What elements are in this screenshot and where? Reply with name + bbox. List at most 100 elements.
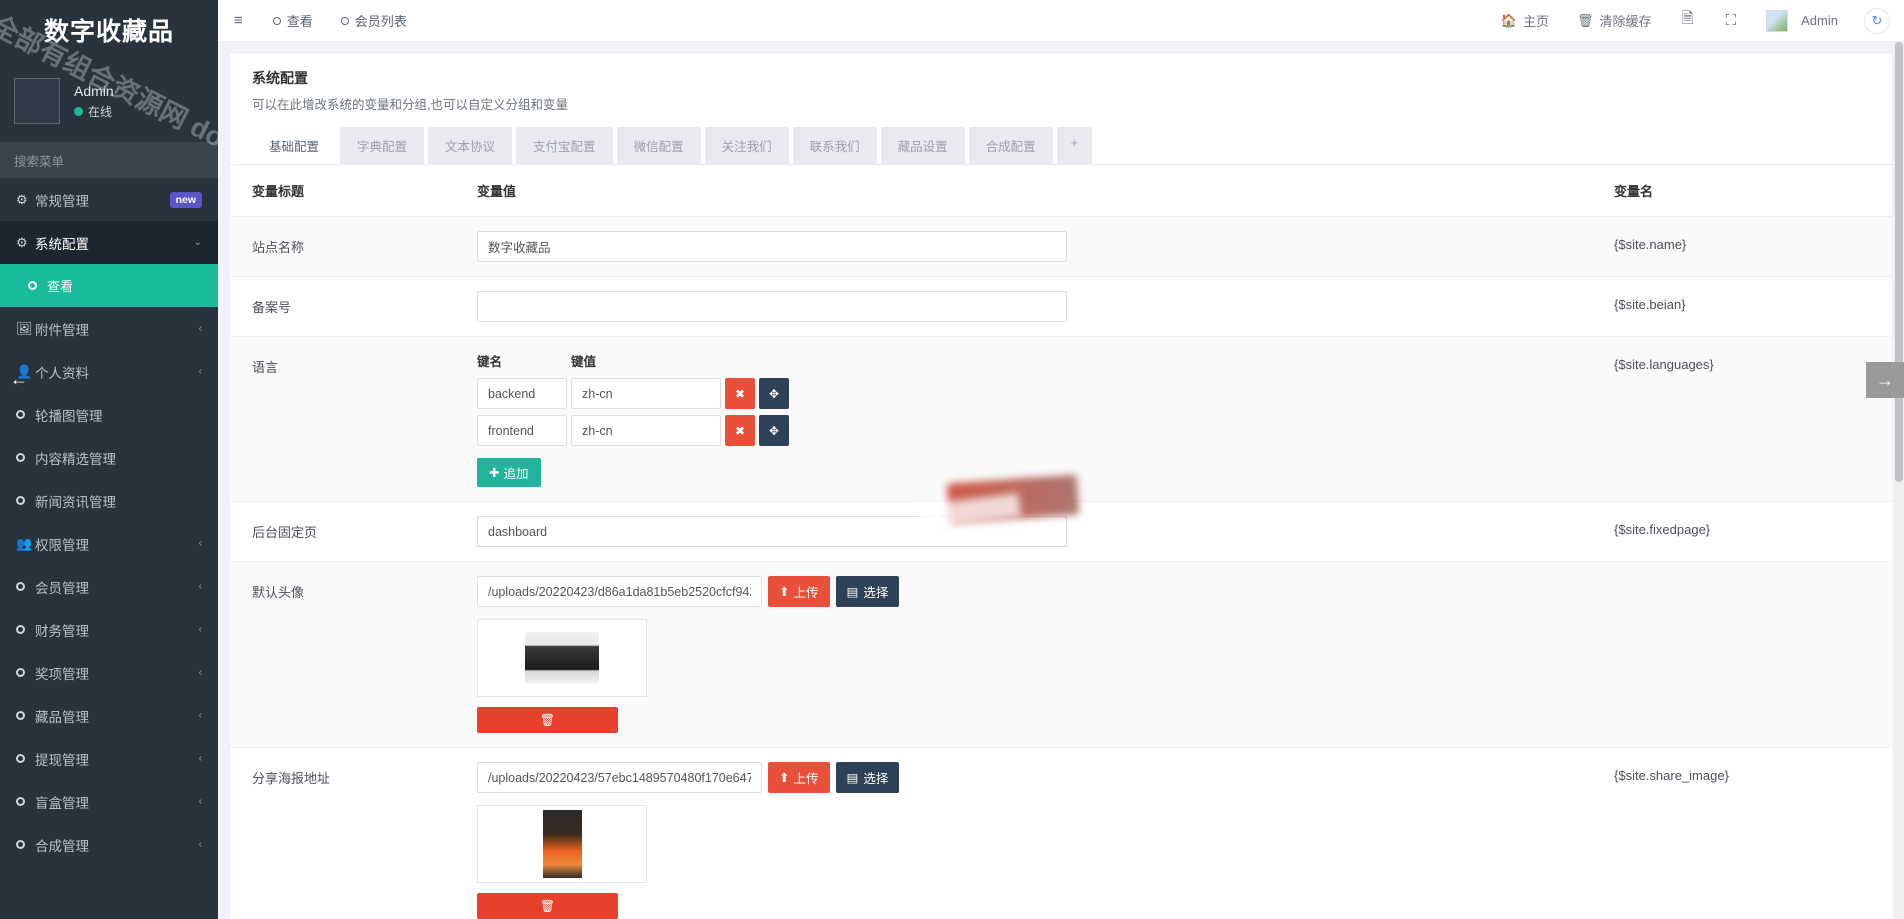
language-value-input-frontend[interactable] <box>571 415 721 446</box>
grid-icon: ▤ <box>846 771 859 785</box>
beian-input[interactable] <box>477 291 1067 322</box>
row-varname: {$site.beian} <box>1592 276 1892 337</box>
tab-text-protocol[interactable]: 文本协议 <box>428 127 513 164</box>
sidebar-item-blindbox[interactable]: 盲盒管理 ‹ <box>0 780 218 823</box>
table-header-row: 变量标题 变量值 变量名 <box>230 165 1892 217</box>
circle-icon <box>16 711 35 720</box>
choose-button-poster[interactable]: ▤ 选择 <box>835 762 900 793</box>
sidebar-item-carousel[interactable]: 轮播图管理 <box>0 393 218 436</box>
add-language-label: 追加 <box>503 467 529 481</box>
delete-avatar-button[interactable]: 🗑 <box>477 707 618 733</box>
circle-icon <box>16 840 35 849</box>
search-menu-input[interactable]: 搜索菜单 <box>0 142 218 178</box>
sidebar-menu: ⚙ 常规管理 new ⚙ 系统配置 ⌄ 查看 🖼 附件管理 ‹ 👤 个人资料 ‹… <box>0 178 218 866</box>
chevron-right-icon: ‹ <box>198 366 202 377</box>
header-variable-value: 变量值 <box>455 165 1592 217</box>
remove-row-button[interactable]: ✖ <box>725 415 755 446</box>
row-label: 分享海报地址 <box>230 747 455 919</box>
fullscreen-icon[interactable]: ⛶ <box>1710 0 1753 41</box>
next-arrow-icon[interactable]: → <box>1866 362 1904 398</box>
choose-button-avatar[interactable]: ▤ 选择 <box>835 576 900 607</box>
sidebar-item-system-config[interactable]: ⚙ 系统配置 ⌄ <box>0 221 218 264</box>
add-language-button[interactable]: ✚ 追加 <box>477 458 541 487</box>
row-label: 默认头像 <box>230 561 455 748</box>
chevron-right-icon: ‹ <box>198 839 202 850</box>
upload-button-avatar[interactable]: ⬆ 上传 <box>768 576 830 607</box>
header-tab-member-list[interactable]: 会员列表 <box>327 0 421 41</box>
delete-poster-button[interactable]: 🗑 <box>477 893 618 919</box>
move-row-handle[interactable]: ✥ <box>759 378 789 409</box>
language-key-input-backend[interactable] <box>477 378 567 409</box>
sidebar-item-view[interactable]: 查看 <box>0 264 218 307</box>
grid-icon: ▤ <box>846 585 859 599</box>
profile-status: 在线 <box>74 103 114 120</box>
tab-contact-us[interactable]: 联系我们 <box>792 127 877 164</box>
sidebar-item-label: 系统配置 <box>35 236 89 252</box>
move-row-handle[interactable]: ✥ <box>759 415 789 446</box>
user-menu[interactable]: Admin <box>1752 0 1852 41</box>
sidebar-item-label: 查看 <box>47 279 74 294</box>
row-value-cell: ⬆ 上传 ▤ 选择 🗑 <box>455 561 1592 748</box>
sidebar-item-news[interactable]: 新闻资讯管理 <box>0 479 218 522</box>
tab-add-group-button[interactable]: + <box>1056 127 1092 164</box>
sidebar-item-award[interactable]: 奖项管理 ‹ <box>0 651 218 694</box>
fixedpage-input[interactable] <box>477 516 1067 547</box>
user-name-label: Admin <box>1801 13 1838 28</box>
tab-alipay-config[interactable]: 支付宝配置 <box>516 127 613 164</box>
tab-basic-config[interactable]: 基础配置 <box>252 127 337 164</box>
scrollbar-thumb[interactable] <box>1895 42 1903 482</box>
trash-icon: 🗑 <box>1577 12 1594 28</box>
tab-collection-settings[interactable]: 藏品设置 <box>880 127 965 164</box>
circle-icon <box>16 625 35 634</box>
thumbnail-image <box>542 810 582 878</box>
header-tab-label: 会员列表 <box>354 14 407 29</box>
menu-toggle-icon[interactable]: ≡ <box>218 0 259 41</box>
remove-row-button[interactable]: ✖ <box>725 378 755 409</box>
config-panel: 系统配置 可以在此增改系统的变量和分组,也可以自定义分组和变量 基础配置 字典配… <box>230 54 1892 919</box>
default-avatar-path-input[interactable] <box>477 576 762 607</box>
sidebar-item-label: 常规管理 <box>35 193 89 209</box>
profile-status-label: 在线 <box>88 104 113 119</box>
sidebar-item-synthesis[interactable]: 合成管理 ‹ <box>0 823 218 866</box>
tab-wechat-config[interactable]: 微信配置 <box>616 127 701 164</box>
header-tab-view[interactable]: 查看 <box>259 0 327 41</box>
logo-text: 数字收藏品 <box>43 18 174 46</box>
avatar-thumbnail <box>477 619 647 697</box>
language-value-input-backend[interactable] <box>571 378 721 409</box>
upload-button-poster[interactable]: ⬆ 上传 <box>768 762 830 793</box>
sidebar-profile: Admin 在线 <box>0 60 218 142</box>
sidebar-item-general[interactable]: ⚙ 常规管理 new <box>0 178 218 221</box>
row-varname: {$site.languages} <box>1592 336 1892 502</box>
tab-dict-config[interactable]: 字典配置 <box>340 127 425 164</box>
sidebar: 数字收藏品 Admin 在线 搜索菜单 ⚙ 常规管理 new ⚙ 系统配置 ⌄ … <box>0 0 218 919</box>
tab-synthesis-config[interactable]: 合成配置 <box>968 127 1053 164</box>
clear-cache-button[interactable]: 🗑 清除缓存 <box>1563 0 1666 41</box>
tab-follow-us[interactable]: 关注我们 <box>704 127 789 164</box>
sidebar-item-featured-content[interactable]: 内容精选管理 <box>0 436 218 479</box>
page-scrollbar[interactable] <box>1894 42 1904 919</box>
search-menu-placeholder: 搜索菜单 <box>14 154 65 169</box>
home-button[interactable]: 🏠 主页 <box>1487 0 1563 41</box>
site-name-input[interactable] <box>477 231 1067 262</box>
sidebar-item-label: 内容精选管理 <box>35 451 116 467</box>
upload-icon: ⬆ <box>779 585 790 599</box>
circle-icon <box>16 410 35 419</box>
chevron-right-icon: ‹ <box>198 538 202 549</box>
sidebar-item-profile[interactable]: 👤 个人资料 ‹ <box>0 350 218 393</box>
sidebar-logo[interactable]: 数字收藏品 <box>0 0 218 60</box>
sidebar-item-finance[interactable]: 财务管理 ‹ <box>0 608 218 651</box>
kv-header: 键名 键值 <box>477 351 1592 370</box>
sidebar-item-permission[interactable]: 👥 权限管理 ‹ <box>0 522 218 565</box>
sidebar-item-collection[interactable]: 藏品管理 ‹ <box>0 694 218 737</box>
refresh-icon[interactable]: ↻ <box>1864 7 1890 34</box>
sidebar-item-attachment[interactable]: 🖼 附件管理 ‹ <box>0 307 218 350</box>
row-label: 语言 <box>230 336 455 502</box>
sidebar-item-withdraw[interactable]: 提现管理 ‹ <box>0 737 218 780</box>
language-key-input-frontend[interactable] <box>477 415 567 446</box>
share-poster-path-input[interactable] <box>477 762 762 793</box>
header-tab-label: 查看 <box>286 14 313 29</box>
config-table: 变量标题 变量值 变量名 站点名称 {$site.name} 备案号 <box>230 165 1892 919</box>
sidebar-item-member[interactable]: 会员管理 ‹ <box>0 565 218 608</box>
sidebar-collapse-icon[interactable]: ← <box>10 369 28 390</box>
multi-tab-icon[interactable]: 🗎 <box>1666 0 1710 41</box>
